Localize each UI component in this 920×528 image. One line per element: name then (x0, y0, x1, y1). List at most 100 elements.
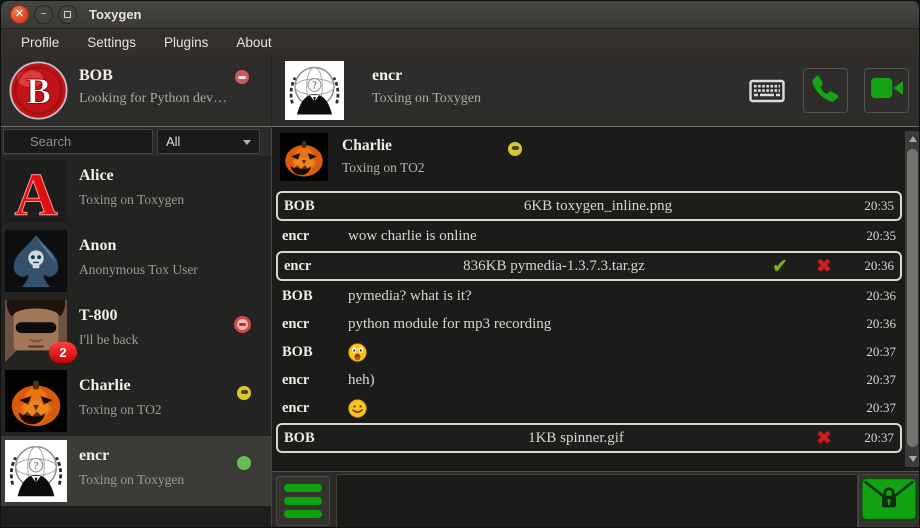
file-transfer-row: BOB6KB toxygen_inline.png20:35 (276, 191, 902, 221)
chat-scrollbar[interactable] (905, 131, 920, 467)
window-title: Toxygen (89, 7, 142, 22)
message-time: 20:37 (848, 372, 896, 388)
cancel-file-button[interactable]: ✖ (802, 257, 846, 276)
attachments-menu-button[interactable] (276, 476, 330, 526)
scrollbar-thumb[interactable] (907, 149, 918, 447)
message-time: 20:36 (848, 288, 896, 304)
file-transfer-label: 6KB toxygen_inline.png (350, 198, 846, 215)
maximize-window-button[interactable] (58, 5, 77, 24)
message-time: 20:35 (848, 228, 896, 244)
contact-status-message: Toxing on Toxygen (79, 472, 184, 488)
contact-name: Charlie (79, 377, 131, 395)
unread-badge: 2 (49, 342, 77, 363)
status-away-icon (508, 142, 522, 156)
message-sender: encr (282, 316, 348, 333)
peer-status-message: Toxing on Toxygen (372, 91, 481, 107)
self-name: BOB (79, 67, 113, 85)
message-sender: BOB (284, 198, 350, 215)
peer-avatar: ? (285, 61, 344, 120)
search-input[interactable] (3, 129, 153, 154)
message-sender: encr (282, 228, 348, 245)
status-away-icon (237, 386, 251, 400)
contact-status-message: I'll be back (79, 332, 138, 348)
svg-text:B: B (26, 70, 51, 111)
video-call-button[interactable] (864, 68, 909, 113)
scroll-down-arrow[interactable] (905, 451, 920, 467)
message-input[interactable] (336, 474, 858, 528)
phone-icon (810, 73, 841, 109)
peer-action-buttons (747, 55, 909, 126)
menubar: ProfileSettingsPluginsAbout (1, 29, 919, 55)
window-controls: ✕ − (10, 5, 77, 24)
svg-text:A: A (14, 160, 57, 222)
message-text: wow charlie is online (348, 228, 848, 245)
contact-list-item-t-800[interactable]: T-800 I'll be back2 (1, 296, 271, 366)
message-row: encrpython module for mp3 recording20:36 (276, 311, 902, 337)
file-transfer-row: BOB1KB spinner.gif✖20:37 (276, 423, 902, 453)
smile-emoji-icon (348, 399, 367, 418)
menu-item-about[interactable]: About (222, 29, 285, 55)
message-text: pymedia? what is it? (348, 288, 848, 305)
message-row: encrheh)20:37 (276, 367, 902, 393)
status-online-icon (237, 456, 251, 470)
cancel-file-button[interactable]: ✖ (802, 429, 846, 448)
message-time: 20:35 (846, 198, 894, 214)
chat-panel: Charlie Toxing on TO2 BOB6KB toxygen_inl… (271, 127, 920, 528)
message-list: BOB6KB toxygen_inline.png20:35encrwow ch… (276, 191, 902, 453)
chevron-down-icon (243, 140, 251, 145)
contact-list-item-anon[interactable]: AnonAnonymous Tox User (1, 226, 271, 296)
contact-filter-value: All (166, 134, 180, 149)
message-time: 20:37 (848, 400, 896, 416)
self-profile-box[interactable]: B BOB Looking for Python dev… (1, 55, 271, 127)
status-busy-icon[interactable] (235, 70, 249, 84)
hamburger-icon (284, 484, 322, 518)
message-row: BOBpymedia? what is it?20:36 (276, 283, 902, 309)
message-sender: encr (282, 372, 348, 389)
toxygen-window: ✕ − Toxygen ProfileSettingsPluginsAbout … (0, 0, 920, 528)
contact-avatar (5, 370, 67, 432)
chat-history: Charlie Toxing on TO2 BOB6KB toxygen_inl… (272, 127, 920, 471)
accept-file-button[interactable]: ✔ (758, 257, 802, 276)
message-text (348, 343, 848, 362)
menu-item-settings[interactable]: Settings (73, 29, 150, 55)
contact-name: encr (79, 447, 109, 465)
contact-list-item-encr[interactable]: ? encr Toxing on Toxygen (1, 436, 271, 506)
titlebar: ✕ − Toxygen (1, 1, 919, 29)
contact-list-item-charlie[interactable]: Charlie Toxing on TO2 (1, 366, 271, 436)
contact-name: T-800 (79, 307, 118, 325)
message-time: 20:37 (848, 344, 896, 360)
menu-item-plugins[interactable]: Plugins (150, 29, 222, 55)
file-transfer-row: encr836KB pymedia-1.3.7.3.tar.gz✔✖20:36 (276, 251, 902, 281)
send-message-button[interactable] (858, 474, 920, 528)
maximize-icon (64, 11, 71, 18)
contact-status-message: Toxing on Toxygen (79, 192, 184, 208)
search-row: All (1, 127, 271, 156)
video-camera-icon (870, 75, 904, 106)
message-time: 20:36 (848, 316, 896, 332)
peer-online-banner: Charlie Toxing on TO2 (276, 131, 900, 187)
message-text: python module for mp3 recording (348, 316, 848, 333)
contact-avatar: ? (5, 440, 67, 502)
message-sender: BOB (282, 288, 348, 305)
minimize-window-button[interactable]: − (34, 5, 53, 24)
keyboard-icon[interactable] (747, 77, 787, 105)
message-row: encrwow charlie is online20:35 (276, 223, 902, 249)
svg-text:?: ? (34, 461, 39, 472)
contact-list: A Alice Toxing on Toxygen AnonAnonymous Tox… (1, 156, 271, 506)
file-transfer-label: 836KB pymedia-1.3.7.3.tar.gz (350, 258, 758, 275)
close-window-button[interactable]: ✕ (10, 5, 29, 24)
contact-status-message: Anonymous Tox User (79, 262, 198, 278)
status-busy-icon (234, 316, 251, 333)
self-avatar: B (9, 61, 68, 120)
contact-status-message: Toxing on TO2 (79, 402, 162, 418)
menu-item-profile[interactable]: Profile (7, 29, 73, 55)
contact-name: Alice (79, 167, 114, 185)
contact-list-item-alice[interactable]: A Alice Toxing on Toxygen (1, 156, 271, 226)
contact-filter-dropdown[interactable]: All (157, 129, 260, 154)
encrypted-send-icon (861, 477, 917, 526)
contact-avatar: A (5, 160, 67, 222)
self-status-message: Looking for Python dev… (79, 91, 227, 107)
scroll-up-arrow[interactable] (905, 131, 920, 147)
audio-call-button[interactable] (803, 68, 848, 113)
banner-avatar (280, 133, 328, 181)
